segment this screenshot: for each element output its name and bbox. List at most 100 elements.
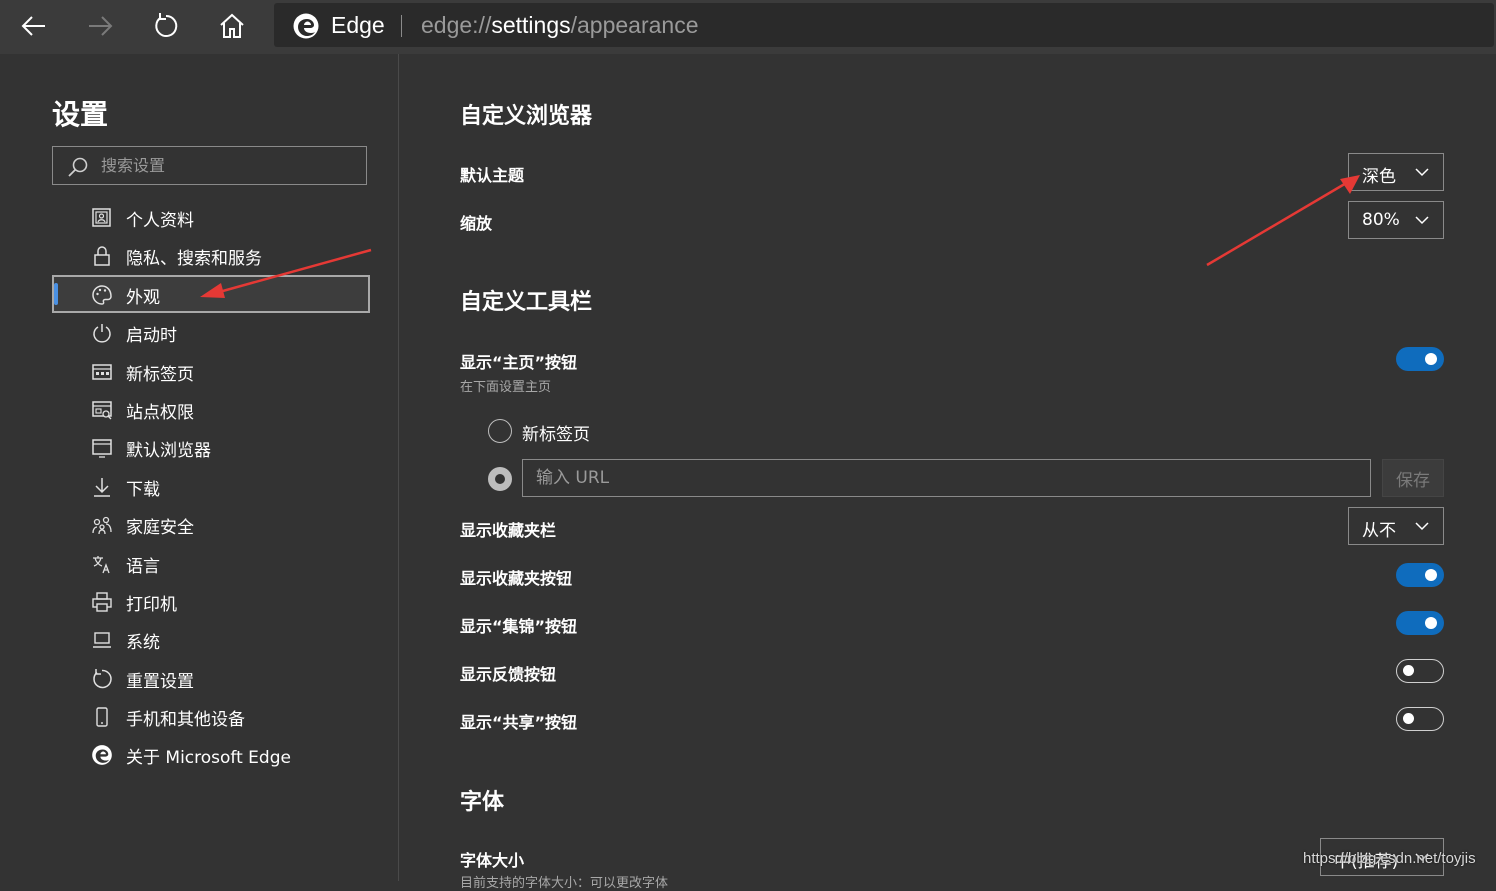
url-scheme: edge:// [421, 12, 492, 38]
theme-dropdown[interactable]: 深色 [1348, 153, 1444, 191]
sidebar-item-profile[interactable]: 个人资料 [52, 198, 370, 236]
watermark-text: https://blog.csdn.net/toyjis [1303, 850, 1476, 867]
sidebar-item-reset[interactable]: 重置设置 [52, 659, 370, 697]
edge-logo-icon [92, 745, 112, 766]
sidebar-item-phone[interactable]: 手机和其他设备 [52, 697, 370, 735]
font-size-label: 字体大小 [460, 851, 525, 870]
forward-button[interactable] [80, 8, 120, 44]
sidebar-item-appearance[interactable]: 外观 [52, 274, 370, 314]
back-button[interactable] [14, 8, 54, 44]
sidebar-item-label: 外观 [126, 287, 160, 308]
sidebar-item-family-safety[interactable]: 家庭安全 [52, 505, 370, 543]
collections-button-toggle[interactable] [1396, 611, 1444, 635]
refresh-button[interactable] [146, 8, 186, 44]
sidebar-item-label: 隐私、搜索和服务 [126, 249, 262, 270]
radio-new-tab-label: 新标签页 [522, 425, 590, 445]
sidebar-item-startup[interactable]: 启动时 [52, 313, 370, 351]
home-button-label: 显示“主页”按钮 [460, 353, 578, 372]
sidebar-item-about[interactable]: 关于 Microsoft Edge [52, 735, 370, 773]
feedback-button-label: 显示反馈按钮 [460, 665, 557, 684]
address-bar[interactable]: Edge edge://settings/appearance [274, 3, 1494, 47]
toggle-knob [1403, 713, 1414, 724]
back-arrow-icon [21, 16, 45, 36]
language-icon [93, 555, 110, 573]
chevron-down-icon [1415, 168, 1429, 177]
settings-search[interactable] [52, 146, 367, 185]
reset-icon [93, 668, 112, 688]
sidebar-item-label: 打印机 [126, 594, 177, 615]
heading-customize-toolbar: 自定义工具栏 [460, 290, 593, 315]
sidebar-nav: 个人资料 隐私、搜索和服务 外观 启动时 新标签页 站点权限 默认浏览器 下载 … [52, 198, 370, 774]
heading-customize-browser: 自定义浏览器 [460, 104, 593, 129]
chevron-down-icon [1415, 216, 1429, 225]
sidebar-item-label: 下载 [126, 479, 160, 500]
sidebar-item-label: 重置设置 [126, 671, 194, 692]
forward-arrow-icon [89, 16, 113, 36]
home-icon [220, 13, 244, 38]
browser-icon [92, 439, 112, 458]
toggle-knob [1425, 353, 1437, 365]
sidebar-item-privacy[interactable]: 隐私、搜索和服务 [52, 236, 370, 274]
site-permissions-icon [92, 401, 112, 420]
search-input[interactable] [101, 147, 351, 184]
refresh-icon [155, 13, 178, 37]
save-button[interactable]: 保存 [1382, 459, 1444, 497]
sidebar-item-label: 新标签页 [126, 364, 194, 385]
address-divider [401, 15, 402, 37]
edge-logo-icon [293, 13, 319, 39]
sidebar-item-system[interactable]: 系统 [52, 620, 370, 658]
printer-icon [92, 592, 112, 612]
favorites-button-toggle[interactable] [1396, 563, 1444, 587]
heading-fonts: 字体 [460, 790, 505, 815]
favorites-button-label: 显示收藏夹按钮 [460, 569, 573, 588]
radio-dot [495, 474, 505, 484]
feedback-button-toggle[interactable] [1396, 659, 1444, 683]
share-button-label: 显示“共享”按钮 [460, 713, 578, 732]
active-indicator [54, 282, 58, 305]
family-icon [92, 516, 112, 535]
sidebar-item-site-permissions[interactable]: 站点权限 [52, 390, 370, 428]
sidebar-item-label: 启动时 [126, 326, 177, 347]
settings-main: 自定义浏览器 默认主题 深色 缩放 80% 自定义工具栏 显示“主页”按钮 在下… [399, 54, 1496, 891]
home-url-field[interactable] [522, 459, 1371, 497]
sidebar-item-default-browser[interactable]: 默认浏览器 [52, 428, 370, 466]
toggle-knob [1403, 665, 1414, 676]
favorites-bar-label: 显示收藏夹栏 [460, 521, 557, 540]
share-button-toggle[interactable] [1396, 707, 1444, 731]
search-icon [68, 157, 88, 177]
power-icon [93, 324, 111, 343]
sidebar-item-label: 语言 [126, 556, 160, 577]
sidebar-item-label: 个人资料 [126, 211, 194, 231]
browser-brand: Edge [331, 12, 385, 38]
url-path: /appearance [570, 12, 699, 38]
settings-sidebar: 设置 个人资料 隐私、搜索和服务 外观 启动时 新标签页 站点权限 [0, 54, 399, 881]
favorites-bar-dropdown[interactable]: 从不 [1348, 507, 1444, 545]
address-url[interactable]: edge://settings/appearance [421, 12, 699, 39]
home-button-sub: 在下面设置主页 [460, 380, 552, 395]
palette-icon [92, 285, 112, 305]
profile-icon [92, 208, 111, 227]
radio-custom-url[interactable] [488, 467, 512, 491]
sidebar-item-label: 站点权限 [126, 402, 194, 423]
sidebar-item-label: 家庭安全 [126, 518, 194, 539]
sidebar-item-languages[interactable]: 语言 [52, 544, 370, 582]
zoom-label: 缩放 [460, 214, 493, 233]
lock-icon [94, 246, 110, 267]
system-icon [93, 632, 111, 649]
theme-label: 默认主题 [460, 166, 525, 185]
toggle-knob [1425, 617, 1437, 629]
sidebar-item-new-tab[interactable]: 新标签页 [52, 352, 370, 390]
home-button-toggle[interactable] [1396, 347, 1444, 371]
home-button[interactable] [212, 8, 252, 44]
favorites-bar-value: 从不 [1362, 521, 1396, 541]
zoom-dropdown[interactable]: 80% [1348, 201, 1444, 239]
home-url-input[interactable] [536, 460, 1356, 496]
sidebar-item-printers[interactable]: 打印机 [52, 582, 370, 620]
radio-new-tab[interactable] [488, 419, 512, 443]
phone-icon [96, 707, 108, 727]
theme-value: 深色 [1362, 167, 1396, 187]
sidebar-item-downloads[interactable]: 下载 [52, 467, 370, 505]
toggle-knob [1425, 569, 1437, 581]
font-size-sub: 目前支持的字体大小：可以更改字体 [460, 876, 669, 891]
chevron-down-icon [1415, 522, 1429, 531]
